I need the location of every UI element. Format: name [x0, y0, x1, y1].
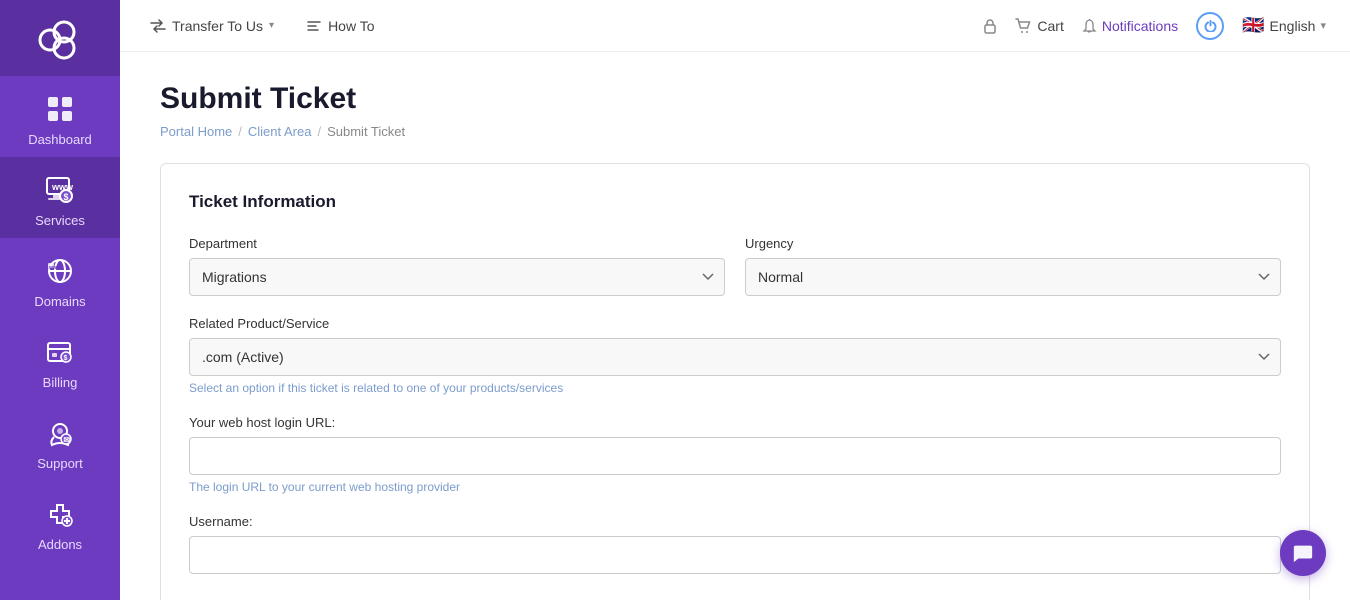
breadcrumb-client-area[interactable]: Client Area: [248, 124, 312, 139]
howto-icon: [306, 19, 322, 33]
sidebar-item-dashboard[interactable]: Dashboard: [0, 76, 120, 157]
related-product-label: Related Product/Service: [189, 316, 1281, 331]
form-section-title: Ticket Information: [189, 192, 1281, 218]
breadcrumb-submit-ticket: Submit Ticket: [327, 124, 405, 139]
topnav-right: Cart Notifications 🇬🇧 Engl: [983, 12, 1326, 40]
howto-nav[interactable]: How To: [300, 14, 380, 38]
bell-icon: [1082, 18, 1097, 34]
svg-text:$: $: [64, 192, 69, 202]
sidebar-item-services-label: Services: [35, 213, 85, 228]
breadcrumb-sep-2: /: [317, 124, 321, 139]
breadcrumb-sep-1: /: [238, 124, 242, 139]
transfer-icon: [150, 19, 166, 33]
username-label: Username:: [189, 514, 1281, 529]
sidebar-logo: [0, 0, 120, 76]
language-dropdown-arrow: ▾: [1320, 19, 1326, 32]
urgency-group: Urgency Normal Low High Critical: [745, 236, 1281, 296]
cart-label: Cart: [1037, 18, 1063, 34]
web-host-url-group: Your web host login URL: The login URL t…: [189, 415, 1281, 494]
power-icon: [1204, 19, 1217, 32]
chat-bubble-button[interactable]: [1280, 530, 1326, 576]
dashboard-icon: [41, 90, 79, 128]
notifications-nav[interactable]: Notifications: [1082, 18, 1178, 34]
sidebar-item-services[interactable]: www $ Services: [0, 157, 120, 238]
breadcrumb-portal-home[interactable]: Portal Home: [160, 124, 232, 139]
transfer-dropdown-arrow: ▾: [269, 20, 274, 31]
username-input[interactable]: [189, 536, 1281, 574]
power-nav[interactable]: [1196, 12, 1224, 40]
department-label: Department: [189, 236, 725, 251]
topnav: Transfer To Us ▾ How To: [120, 0, 1350, 52]
svg-text:✉: ✉: [64, 436, 71, 445]
power-button[interactable]: [1196, 12, 1224, 40]
language-nav[interactable]: 🇬🇧 English ▾: [1242, 15, 1326, 36]
username-group: Username:: [189, 514, 1281, 574]
sidebar-item-addons[interactable]: Addons: [0, 481, 120, 562]
related-product-group: Related Product/Service .com (Active) Se…: [189, 316, 1281, 395]
web-host-url-hint: The login URL to your current web hostin…: [189, 480, 1281, 494]
department-urgency-row: Department Migrations Sales Support Bill…: [189, 236, 1281, 296]
web-host-url-label: Your web host login URL:: [189, 415, 1281, 430]
department-select[interactable]: Migrations Sales Support Billing: [189, 258, 725, 296]
sidebar-item-support[interactable]: ✉ Support: [0, 400, 120, 481]
sidebar-item-support-label: Support: [37, 456, 83, 471]
department-group: Department Migrations Sales Support Bill…: [189, 236, 725, 296]
flag-icon: 🇬🇧: [1242, 15, 1264, 36]
ticket-form-card: Ticket Information Department Migrations…: [160, 163, 1310, 600]
lock-nav[interactable]: [983, 18, 997, 34]
page-title: Submit Ticket: [160, 82, 1310, 116]
main-area: Transfer To Us ▾ How To: [120, 0, 1350, 600]
sidebar-item-billing[interactable]: $ Billing: [0, 319, 120, 400]
billing-icon: $: [41, 333, 79, 371]
cart-nav[interactable]: Cart: [1015, 18, 1063, 34]
language-label: English: [1270, 18, 1316, 34]
sidebar-item-domains[interactable]: www Domains: [0, 238, 120, 319]
transfer-nav-label: Transfer To Us: [172, 18, 263, 34]
notifications-label: Notifications: [1102, 18, 1178, 34]
svg-text:www: www: [48, 265, 61, 271]
urgency-select[interactable]: Normal Low High Critical: [745, 258, 1281, 296]
urgency-label: Urgency: [745, 236, 1281, 251]
web-host-url-input[interactable]: [189, 437, 1281, 475]
sidebar: Dashboard www $ Services www Domai: [0, 0, 120, 600]
transfer-to-us-nav[interactable]: Transfer To Us ▾: [144, 14, 280, 38]
sidebar-item-billing-label: Billing: [43, 375, 78, 390]
howto-nav-label: How To: [328, 18, 374, 34]
sidebar-item-domains-label: Domains: [34, 294, 85, 309]
domains-icon: www: [41, 252, 79, 290]
lock-icon: [983, 18, 997, 34]
sidebar-item-addons-label: Addons: [38, 537, 82, 552]
related-product-select[interactable]: .com (Active): [189, 338, 1281, 376]
breadcrumb: Portal Home / Client Area / Submit Ticke…: [160, 124, 1310, 139]
chat-icon: [1292, 542, 1314, 564]
related-product-hint: Select an option if this ticket is relat…: [189, 381, 1281, 395]
addons-icon: [41, 495, 79, 533]
services-icon: www $: [41, 171, 79, 209]
sidebar-item-dashboard-label: Dashboard: [28, 132, 92, 147]
topnav-left: Transfer To Us ▾ How To: [144, 14, 979, 38]
svg-text:$: $: [64, 355, 68, 362]
content-area: Submit Ticket Portal Home / Client Area …: [120, 52, 1350, 600]
cart-icon: [1015, 18, 1032, 34]
support-icon: ✉: [41, 414, 79, 452]
